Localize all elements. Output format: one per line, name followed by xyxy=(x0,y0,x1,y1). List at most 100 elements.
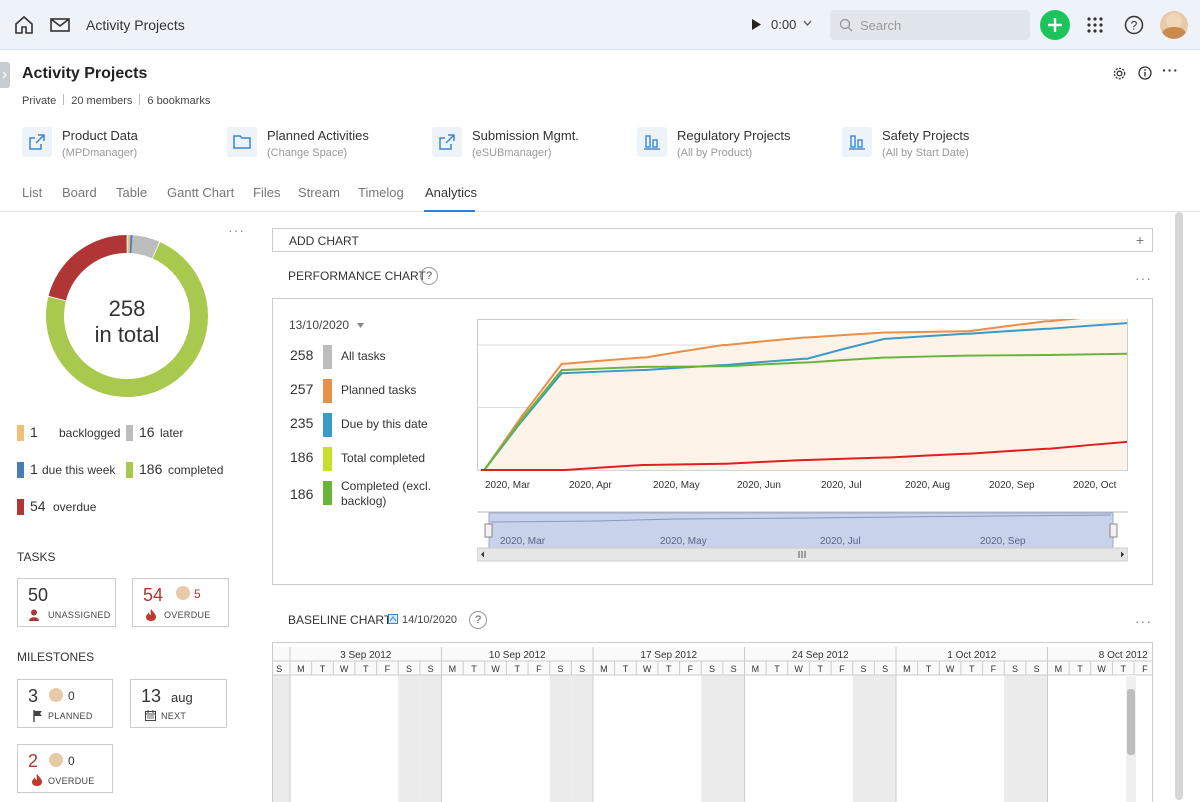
x-tick-label: 2020, Aug xyxy=(905,480,950,491)
fire-icon xyxy=(146,609,156,621)
gantt-scrollbar-thumb xyxy=(1127,689,1135,755)
performance-more-icon[interactable]: ··· xyxy=(1135,270,1152,286)
milestones-planned-card[interactable]: 3 0 PLANNED xyxy=(17,679,113,728)
folder-icon xyxy=(233,135,251,149)
help-icon[interactable]: ? xyxy=(420,267,438,285)
legend-label: due this week xyxy=(42,463,115,477)
x-tick-label: 2020, Mar xyxy=(485,480,531,491)
week-label: 10 Sep 2012 xyxy=(489,650,546,661)
x-tick-label: 2020, Apr xyxy=(569,480,612,491)
mail-icon[interactable] xyxy=(49,14,71,36)
project-members[interactable]: 20 members xyxy=(71,95,132,107)
weekend-column xyxy=(1004,675,1026,802)
weekend-column xyxy=(723,675,745,802)
perf-legend-label: Completed (excl. backlog) xyxy=(341,479,451,509)
search-placeholder: Search xyxy=(860,18,901,33)
day-label: T xyxy=(1077,664,1083,674)
chevron-down-icon[interactable] xyxy=(803,20,812,27)
day-label: W xyxy=(643,664,652,674)
day-label: M xyxy=(752,664,760,674)
tab-files[interactable]: Files xyxy=(253,185,280,200)
user-avatar[interactable] xyxy=(1160,11,1188,39)
performance-line-chart[interactable]: 20010002020, Mar2020, Apr2020, May2020, … xyxy=(477,319,1128,564)
navigator-tick-label: 2020, Sep xyxy=(980,536,1026,547)
bookmark-subtitle: (All by Start Date) xyxy=(882,147,969,159)
day-label: M xyxy=(1055,664,1063,674)
bookmark-product-data[interactable]: Product Data (MPDmanager) xyxy=(22,127,202,163)
summary-more-icon[interactable]: ··· xyxy=(228,222,245,238)
bookmark-submission-mgmt[interactable]: Submission Mgmt. (eSUBmanager) xyxy=(432,127,612,163)
board-icon xyxy=(849,134,865,150)
tab-gantt-chart[interactable]: Gantt Chart xyxy=(167,185,234,200)
bookmark-subtitle: (MPDmanager) xyxy=(62,147,137,159)
milestones-next-card[interactable]: 13 aug NEXT xyxy=(130,679,227,728)
weekend-column xyxy=(273,675,290,802)
day-label: W xyxy=(340,664,349,674)
bookmark-title: Product Data xyxy=(62,128,138,143)
tab-analytics[interactable]: Analytics xyxy=(425,185,477,200)
perf-legend-label: Due by this date xyxy=(341,417,428,432)
x-tick-label: 2020, May xyxy=(653,480,700,491)
day-label: S xyxy=(861,664,867,674)
day-label: M xyxy=(903,664,911,674)
add-button[interactable] xyxy=(1040,10,1070,40)
day-label: M xyxy=(297,664,305,674)
perf-legend-label: Total completed xyxy=(341,451,425,466)
performance-chart-title: PERFORMANCE CHART xyxy=(288,269,426,283)
tab-table[interactable]: Table xyxy=(116,185,147,200)
tasks-unassigned-card[interactable]: 50 UNASSIGNED xyxy=(17,578,116,627)
help-icon[interactable]: ? xyxy=(1124,15,1144,35)
add-chart-bar[interactable]: ADD CHART + xyxy=(272,228,1153,252)
date-selector[interactable]: 13/10/2020 xyxy=(289,318,359,332)
overdue-label: OVERDUE xyxy=(164,610,211,620)
day-label: T xyxy=(818,664,824,674)
weekend-column xyxy=(550,675,572,802)
project-privacy[interactable]: Private xyxy=(22,95,56,107)
day-label: M xyxy=(449,664,457,674)
tab-list[interactable]: List xyxy=(22,185,42,200)
bookmark-title: Regulatory Projects xyxy=(677,128,790,143)
baseline-more-icon[interactable]: ··· xyxy=(1135,613,1152,629)
home-icon[interactable] xyxy=(13,14,35,36)
perf-legend-swatch xyxy=(323,447,332,471)
page-scrollbar[interactable] xyxy=(1175,212,1183,800)
search-input[interactable]: Search xyxy=(830,10,1030,40)
help-icon[interactable]: ? xyxy=(469,611,487,629)
baseline-gantt-grid[interactable]: SMTWTFSS3 Sep 2012MTWTFSS10 Sep 2012MTWT… xyxy=(273,643,1153,802)
perf-legend-swatch xyxy=(323,379,332,403)
timer-value[interactable]: 0:00 xyxy=(771,17,796,32)
svg-text:?: ? xyxy=(1131,19,1138,33)
baseline-chart-panel: SMTWTFSS3 Sep 2012MTWTFSS10 Sep 2012MTWT… xyxy=(272,642,1153,802)
milestones-overdue-card[interactable]: 2 0 OVERDUE xyxy=(17,744,113,793)
plus-icon[interactable]: + xyxy=(1136,232,1144,248)
tab-timelog[interactable]: Timelog xyxy=(358,185,404,200)
tab-stream[interactable]: Stream xyxy=(298,185,340,200)
page-title: Activity Projects xyxy=(22,65,147,83)
day-label: T xyxy=(363,664,369,674)
bookmark-regulatory-projects[interactable]: Regulatory Projects (All by Product) xyxy=(637,127,817,163)
project-bookmarks[interactable]: 6 bookmarks xyxy=(147,95,210,107)
perf-legend-value: 257 xyxy=(290,381,318,397)
sidebar-toggle[interactable] xyxy=(0,62,10,88)
day-label: T xyxy=(1121,664,1127,674)
x-tick-label: 2020, Sep xyxy=(989,480,1035,491)
day-label: W xyxy=(491,664,500,674)
bookmark-planned-activities[interactable]: Planned Activities (Change Space) xyxy=(227,127,407,163)
tab-board[interactable]: Board xyxy=(62,185,97,200)
info-icon[interactable] xyxy=(1138,66,1152,80)
navigator-handle-left xyxy=(485,524,492,537)
tasks-overdue-card[interactable]: 54 5 OVERDUE xyxy=(132,578,229,627)
day-label: W xyxy=(946,664,955,674)
play-icon[interactable] xyxy=(752,19,761,30)
day-label: S xyxy=(731,664,737,674)
apps-grid-icon[interactable] xyxy=(1087,17,1103,33)
gear-icon[interactable] xyxy=(1112,66,1127,81)
week-label: 3 Sep 2012 xyxy=(340,650,392,661)
planned-label: PLANNED xyxy=(48,711,93,721)
day-label: S xyxy=(406,664,412,674)
day-label: F xyxy=(385,664,391,674)
bookmark-safety-projects[interactable]: Safety Projects (All by Start Date) xyxy=(842,127,1022,163)
more-options-icon[interactable]: ··· xyxy=(1162,62,1179,78)
breadcrumb-title[interactable]: Activity Projects xyxy=(86,17,185,33)
perf-legend-swatch xyxy=(323,481,332,505)
